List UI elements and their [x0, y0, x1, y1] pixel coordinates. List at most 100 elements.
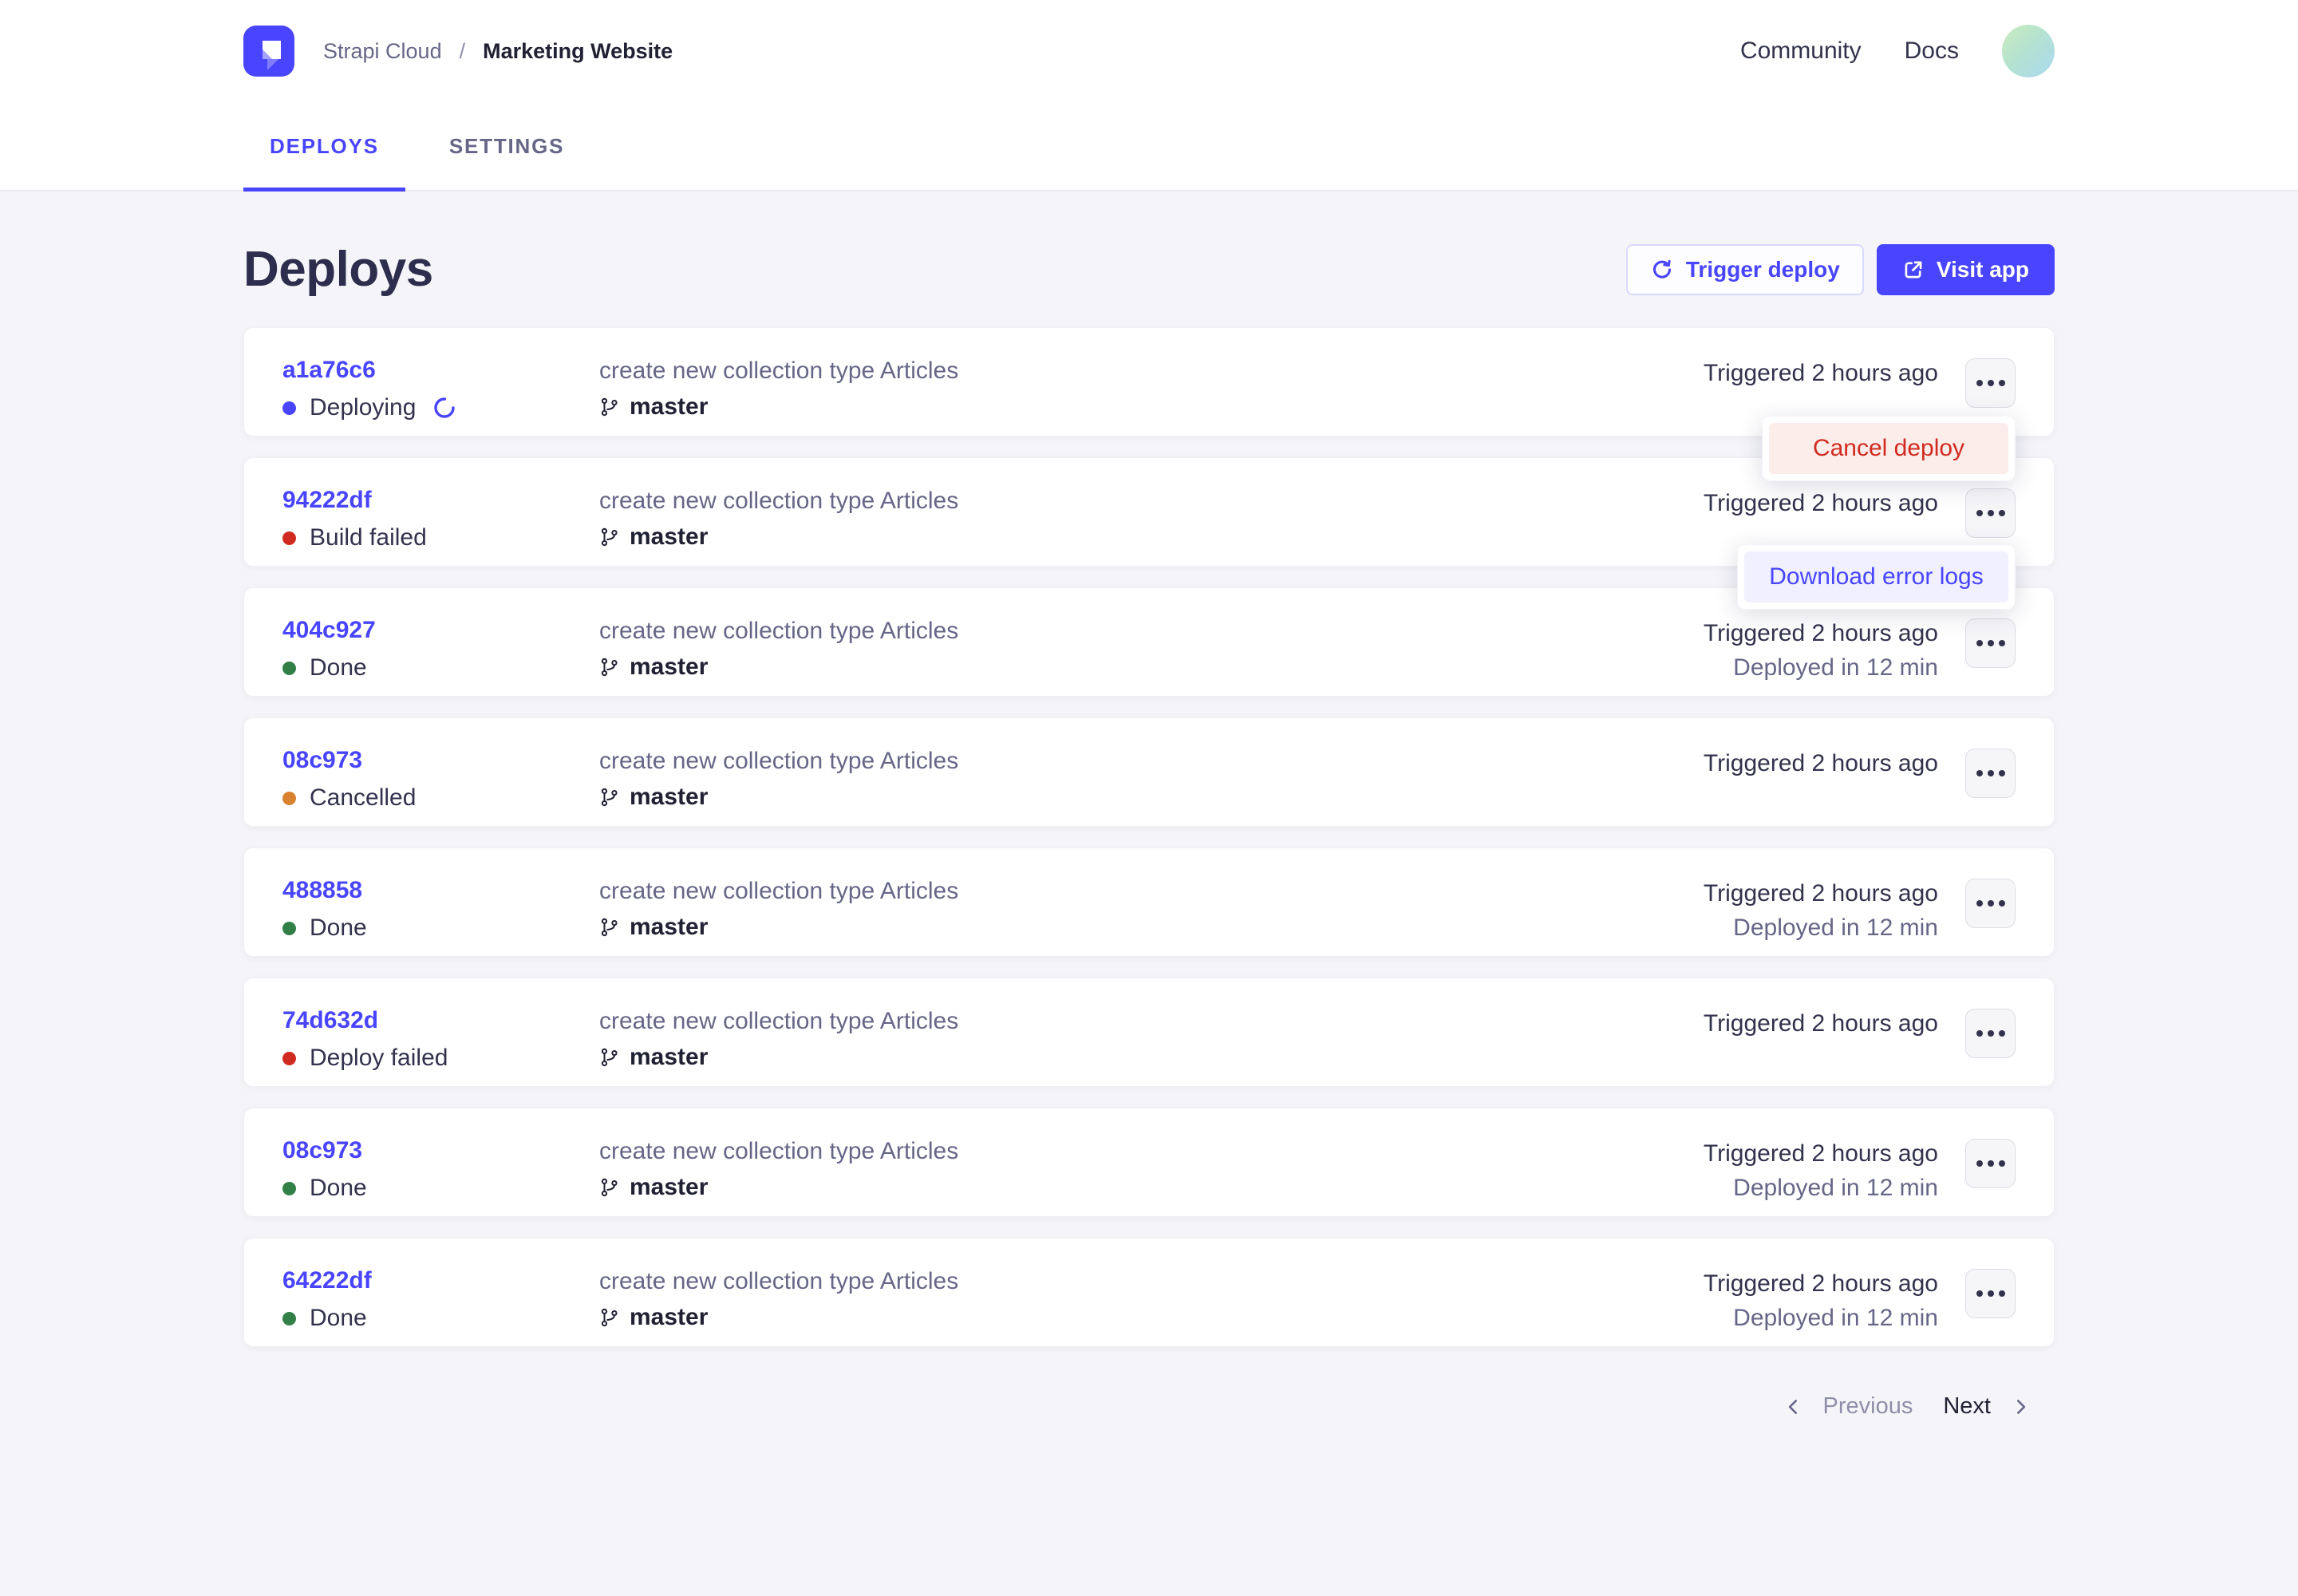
more-actions-button[interactable]	[1965, 879, 2016, 928]
deploy-hash-link[interactable]: 94222df	[282, 487, 372, 513]
deploy-hash-link[interactable]: 08c973	[282, 747, 362, 773]
status-dot	[282, 401, 296, 415]
tab-settings[interactable]: SETTINGS	[423, 102, 590, 190]
tab-deploys-label: DEPLOYS	[270, 134, 379, 159]
strapi-logo[interactable]	[243, 26, 294, 77]
status-label: Build failed	[310, 524, 427, 551]
commit-message: create new collection type Articles	[599, 618, 1704, 645]
more-actions-button[interactable]	[1965, 488, 2016, 538]
status-label: Deploy failed	[310, 1045, 448, 1072]
deploy-card: 488858 Done create new collection type A…	[243, 847, 2055, 957]
branch-name: master	[630, 523, 708, 551]
deploy-hash-link[interactable]: 488858	[282, 877, 362, 903]
deploy-card: a1a76c6 Deploying create new collection …	[243, 327, 2055, 437]
more-actions-button[interactable]	[1965, 1139, 2016, 1188]
git-branch-icon	[599, 787, 620, 808]
trigger-deploy-label: Trigger deploy	[1686, 257, 1840, 282]
deploy-status: Deploying	[282, 394, 599, 421]
pagination: Previous Next	[243, 1393, 2055, 1420]
status-label: Cancelled	[310, 784, 416, 812]
previous-page-button[interactable]: Previous	[1783, 1393, 1913, 1420]
more-actions-button[interactable]	[1965, 1269, 2016, 1318]
deploy-hash-link[interactable]: 404c927	[282, 617, 376, 643]
refresh-icon	[1650, 258, 1674, 282]
triggered-time: Triggered 2 hours ago	[1704, 620, 1938, 647]
chevron-right-icon	[2010, 1396, 2031, 1417]
git-branch-icon	[599, 1177, 620, 1198]
more-actions-button[interactable]	[1965, 1009, 2016, 1058]
triggered-time: Triggered 2 hours ago	[1704, 1010, 1938, 1037]
status-label: Done	[310, 1305, 367, 1332]
commit-message: create new collection type Articles	[599, 358, 1704, 385]
status-label: Done	[310, 1175, 367, 1202]
avatar[interactable]	[2002, 25, 2055, 77]
more-actions-button[interactable]	[1965, 618, 2016, 668]
deploy-card: 08c973 Done create new collection type A…	[243, 1108, 2055, 1217]
more-actions-button[interactable]	[1965, 749, 2016, 798]
status-dot	[282, 662, 296, 675]
tab-bar: DEPLOYS SETTINGS	[0, 102, 2298, 192]
loading-spinner-icon	[432, 396, 456, 420]
git-branch-icon	[599, 1307, 620, 1328]
branch-row: master	[599, 784, 1704, 811]
branch-row: master	[599, 1304, 1704, 1331]
deploy-duration: Deployed in 12 min	[1704, 915, 1938, 942]
chevron-left-icon	[1783, 1396, 1804, 1417]
branch-name: master	[630, 654, 708, 681]
branch-name: master	[630, 784, 708, 811]
strapi-logo-icon	[243, 26, 294, 77]
top-bar: Strapi Cloud / Marketing Website Communi…	[0, 0, 2298, 102]
download-error-logs-menu-item[interactable]: Download error logs	[1744, 551, 2008, 602]
status-label: Deploying	[310, 394, 416, 421]
commit-message: create new collection type Articles	[599, 748, 1704, 775]
git-branch-icon	[599, 527, 620, 547]
branch-row: master	[599, 654, 1704, 681]
git-branch-icon	[599, 917, 620, 938]
breadcrumb-separator: /	[460, 39, 466, 64]
status-label: Done	[310, 654, 367, 681]
nav-community-link[interactable]: Community	[1740, 38, 1862, 65]
triggered-time: Triggered 2 hours ago	[1704, 880, 1938, 907]
deploy-hash-link[interactable]: 08c973	[282, 1137, 362, 1163]
deploy-status: Deploy failed	[282, 1045, 599, 1072]
deploy-hash-link[interactable]: 74d632d	[282, 1007, 378, 1033]
git-branch-icon	[599, 1047, 620, 1068]
branch-row: master	[599, 1174, 1704, 1201]
breadcrumb: Strapi Cloud / Marketing Website	[323, 39, 673, 64]
deploy-status: Build failed	[282, 524, 599, 551]
status-dot	[282, 922, 296, 935]
nav-docs-link[interactable]: Docs	[1905, 38, 1959, 65]
status-dot	[282, 531, 296, 545]
triggered-time: Triggered 2 hours ago	[1704, 490, 1938, 517]
status-dot	[282, 1182, 296, 1195]
deploy-hash-link[interactable]: a1a76c6	[282, 357, 376, 383]
next-label: Next	[1943, 1393, 1991, 1420]
visit-app-button[interactable]: Visit app	[1877, 244, 2055, 295]
app-header: Strapi Cloud / Marketing Website Communi…	[0, 0, 2298, 192]
tab-settings-label: SETTINGS	[449, 134, 564, 159]
cancel-deploy-menu-item[interactable]: Cancel deploy	[1769, 423, 2008, 474]
branch-name: master	[630, 1304, 708, 1331]
breadcrumb-strapi-cloud[interactable]: Strapi Cloud	[323, 39, 442, 64]
branch-name: master	[630, 393, 708, 421]
branch-name: master	[630, 1174, 708, 1201]
deploy-hash-link[interactable]: 64222df	[282, 1267, 372, 1294]
branch-name: master	[630, 914, 708, 941]
triggered-time: Triggered 2 hours ago	[1704, 1140, 1938, 1167]
commit-message: create new collection type Articles	[599, 1138, 1704, 1165]
tab-deploys[interactable]: DEPLOYS	[243, 102, 405, 190]
deploy-actions-menu: Download error logs	[1737, 544, 2016, 610]
status-dot	[282, 1312, 296, 1325]
next-page-button[interactable]: Next	[1943, 1393, 2031, 1420]
commit-message: create new collection type Articles	[599, 1268, 1704, 1295]
breadcrumb-project-name: Marketing Website	[483, 39, 673, 64]
commit-message: create new collection type Articles	[599, 1008, 1704, 1035]
deploy-duration: Deployed in 12 min	[1704, 1175, 1938, 1202]
more-actions-button[interactable]	[1965, 358, 2016, 408]
status-dot	[282, 1052, 296, 1065]
deploy-duration: Deployed in 12 min	[1704, 1305, 1938, 1332]
deploy-status: Cancelled	[282, 784, 599, 812]
git-branch-icon	[599, 397, 620, 417]
trigger-deploy-button[interactable]: Trigger deploy	[1626, 244, 1864, 295]
deploy-duration: Deployed in 12 min	[1704, 654, 1938, 681]
